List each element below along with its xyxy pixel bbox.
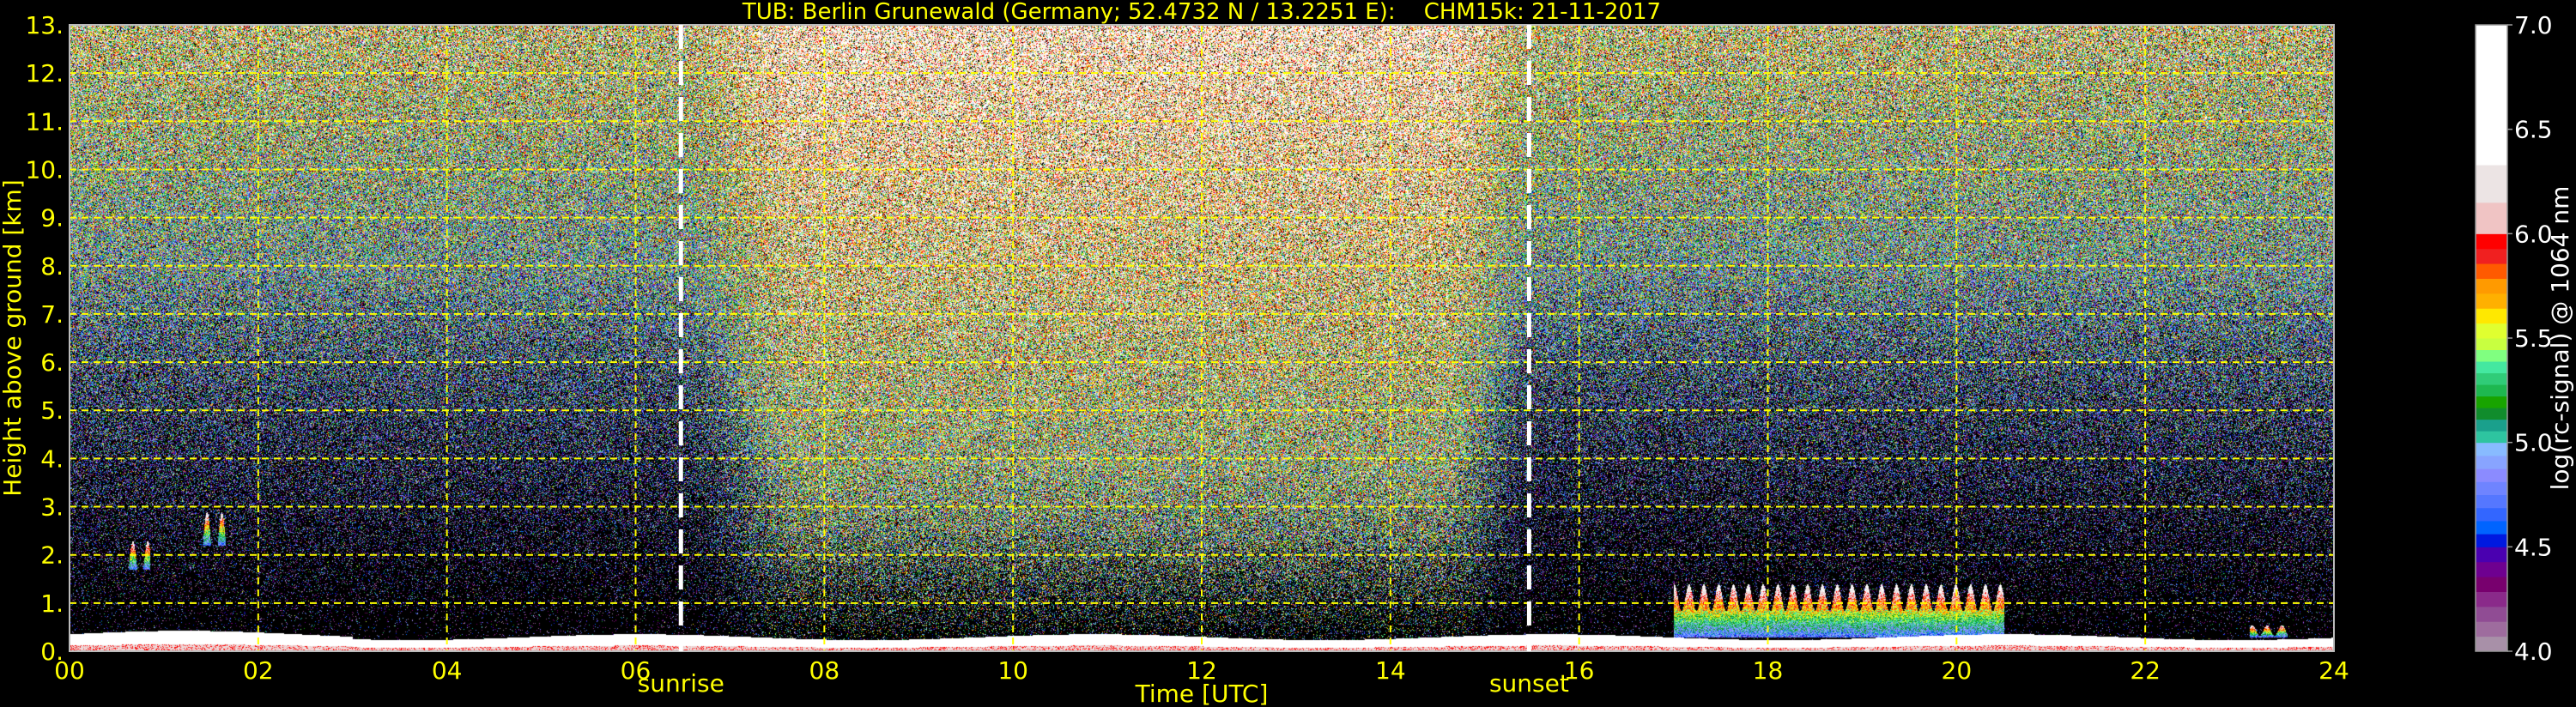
- colorbar-tick-label: 7.0: [2514, 11, 2553, 39]
- y-tick-label: 8.: [40, 252, 64, 281]
- chart-overlay: sunrise sunset 00 02 04 06 08 10 12 14 16 18 20 22 24…: [0, 0, 2574, 707]
- colorbar-segment: [2476, 419, 2507, 432]
- y-tick-label: 6.: [40, 348, 64, 377]
- colorbar-segment: [2476, 338, 2507, 351]
- colorbar-segment: [2476, 25, 2507, 166]
- colorbar-segment: [2476, 361, 2507, 374]
- y-tick-label: 3.: [40, 493, 64, 522]
- y-tick-label: 2.: [40, 541, 64, 570]
- colorbar-segment: [2476, 636, 2507, 652]
- y-tick-label: 10.: [25, 155, 64, 184]
- colorbar-segment: [2476, 278, 2507, 294]
- x-tick-label: 16: [1564, 656, 1595, 685]
- colorbar-segment: [2476, 442, 2507, 456]
- colorbar-segment: [2476, 534, 2507, 547]
- colorbar-segment: [2476, 263, 2507, 279]
- colorbar-segment: [2476, 547, 2507, 563]
- colorbar-segment: [2476, 494, 2507, 509]
- colorbar-segment: [2476, 561, 2507, 577]
- colorbar-segment: [2476, 606, 2507, 622]
- colorbar-segment: [2476, 165, 2507, 203]
- colorbar-segment: [2476, 431, 2507, 444]
- colorbar-segment: [2476, 293, 2507, 309]
- colorbar-segment: [2476, 455, 2507, 469]
- y-tick-label: 12.: [25, 59, 64, 88]
- sunset-label: sunset: [1489, 669, 1569, 698]
- x-tick-label: 02: [243, 656, 274, 685]
- colorbar-tick-label: 6.5: [2514, 116, 2553, 144]
- colorbar: 4.04.55.05.56.06.57.0: [2475, 11, 2553, 666]
- colorbar-label: log(rc-signal) @ 1064 nm: [2546, 186, 2574, 491]
- colorbar-segment: [2476, 349, 2507, 362]
- x-tick-label: 18: [1753, 656, 1784, 685]
- x-tick-label: 04: [432, 656, 463, 685]
- y-tick-label: 0.: [40, 638, 64, 666]
- colorbar-segment: [2476, 408, 2507, 420]
- colorbar-segment: [2476, 396, 2507, 408]
- colorbar-segment: [2476, 308, 2507, 324]
- colorbar-segment: [2476, 468, 2507, 482]
- colorbar-segment: [2476, 372, 2507, 385]
- colorbar-segment: [2476, 202, 2507, 234]
- x-tick-label: 06: [621, 656, 652, 685]
- y-tick-label: 1.: [40, 589, 64, 618]
- colorbar-segment: [2476, 233, 2507, 250]
- y-tick-label: 13.: [25, 11, 64, 39]
- y-tick-label: 5.: [40, 396, 64, 425]
- colorbar-segment: [2476, 323, 2507, 339]
- x-tick-label: 10: [997, 656, 1028, 685]
- colorbar-segment: [2476, 591, 2507, 607]
- colorbar-segment: [2476, 577, 2507, 592]
- colorbar-tick-label: 4.0: [2514, 638, 2553, 666]
- x-tick-label: 20: [1942, 656, 1973, 685]
- colorbar-tick-label: 4.5: [2514, 533, 2553, 561]
- y-tick-label: 7.: [40, 300, 64, 329]
- x-tick-label: 08: [809, 656, 840, 685]
- y-tick-label: 11.: [25, 107, 64, 136]
- ceilometer-plot: sunrise sunset 00 02 04 06 08 10 12 14 16 18 20 22 24…: [0, 0, 2576, 707]
- y-tick-label: 9.: [40, 204, 64, 233]
- colorbar-segment: [2476, 384, 2507, 397]
- colorbar-segment: [2476, 621, 2507, 638]
- y-axis-label: Height above ground [km]: [0, 179, 27, 497]
- x-tick-label: 24: [2318, 656, 2349, 685]
- colorbar-segment: [2476, 507, 2507, 522]
- x-tick-label: 14: [1375, 656, 1406, 685]
- colorbar-segment: [2476, 481, 2507, 495]
- x-axis-label: Time [UTC]: [1135, 680, 1269, 707]
- y-tick-label: 4.: [40, 444, 64, 473]
- chart-title: TUB: Berlin Grunewald (Germany; 52.4732 …: [742, 0, 1661, 25]
- colorbar-segment: [2476, 248, 2507, 264]
- x-tick-label: 22: [2130, 656, 2161, 685]
- colorbar-segment: [2476, 520, 2507, 535]
